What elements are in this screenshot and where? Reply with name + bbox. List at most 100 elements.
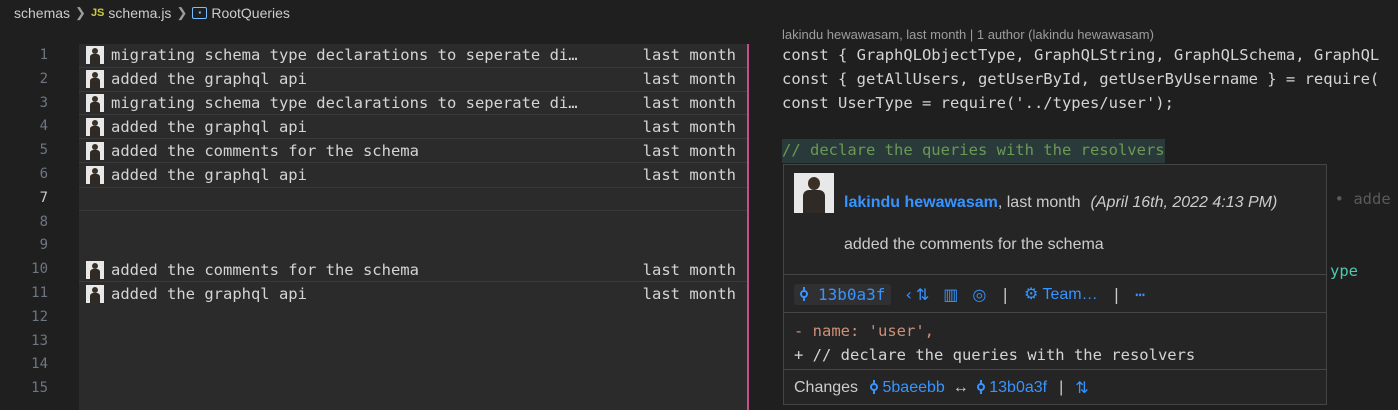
divider bbox=[784, 312, 1326, 313]
commit-icon bbox=[976, 380, 985, 395]
commit-diff-preview: - name: 'user', + // declare the queries… bbox=[794, 319, 1195, 367]
avatar bbox=[86, 284, 104, 303]
blame-commit-message: added the graphql api bbox=[111, 70, 307, 89]
to-sha-link[interactable]: 13b0a3f bbox=[976, 378, 1048, 397]
line-number: 11 bbox=[31, 284, 48, 301]
ghost-inline-blame: n • adde bbox=[1316, 190, 1391, 208]
code-line[interactable]: // declare the queries with the resolver… bbox=[782, 139, 1398, 163]
separator: | bbox=[1059, 378, 1064, 396]
current-line-highlight bbox=[79, 187, 748, 211]
changes-label: Changes bbox=[794, 378, 859, 396]
line-number: 2 bbox=[39, 70, 48, 87]
divider bbox=[784, 274, 1326, 275]
diff-removed-line: - name: 'user', bbox=[794, 322, 934, 340]
team-button[interactable]: ⚙ Team… bbox=[1024, 284, 1098, 304]
avatar bbox=[86, 46, 104, 65]
compare-arrow: ↔ bbox=[952, 378, 969, 396]
git-blame-annotations: migrating schema type declarations to se… bbox=[79, 44, 748, 410]
line-number: 6 bbox=[39, 165, 48, 182]
blame-commit-message: added the comments for the schema bbox=[111, 141, 419, 160]
separator: | bbox=[1111, 284, 1122, 304]
blame-row[interactable]: added the graphql api last month bbox=[79, 115, 748, 140]
ghost-code-fragment: ype bbox=[1330, 262, 1358, 280]
javascript-file-icon: JS bbox=[90, 7, 105, 19]
breadcrumb-file[interactable]: JS schema.js bbox=[91, 5, 172, 21]
commit-icon bbox=[870, 380, 879, 395]
line-number: 1 bbox=[39, 47, 48, 63]
blame-commit-message: added the comments for the schema bbox=[111, 260, 419, 279]
breadcrumb-folder[interactable]: schemas bbox=[14, 5, 70, 21]
code-line[interactable] bbox=[782, 115, 1398, 139]
separator: | bbox=[1000, 284, 1010, 304]
blame-commit-date: last month bbox=[642, 70, 736, 89]
line-number-gutter: 1 2 3 4 5 6 7 8 9 10 11 12 13 14 15 bbox=[0, 44, 80, 401]
line-number: 9 bbox=[39, 237, 48, 254]
author-link[interactable]: lakindu hewawasam bbox=[844, 194, 998, 211]
commit-icon bbox=[800, 287, 808, 301]
panel-icon[interactable]: ▥ bbox=[943, 285, 958, 304]
line-number: 4 bbox=[39, 118, 48, 135]
line-number: 15 bbox=[31, 380, 48, 397]
previous-revision-button[interactable]: ‹ bbox=[905, 285, 911, 304]
code-line[interactable]: const { GraphQLObjectType, GraphQLString… bbox=[782, 44, 1398, 68]
avatar bbox=[86, 260, 104, 279]
globe-icon[interactable]: ◎ bbox=[972, 285, 986, 304]
blame-row[interactable]: added the graphql api last month bbox=[79, 163, 748, 187]
commit-sha-label: 13b0a3f bbox=[818, 284, 886, 304]
compare-changes-button[interactable]: ⇅ bbox=[916, 285, 929, 304]
breadcrumb-folder-label: schemas bbox=[14, 5, 71, 21]
breadcrumb-symbol[interactable]: ▪ RootQueries bbox=[192, 5, 290, 21]
blame-row[interactable]: added the comments for the schema last mo… bbox=[79, 258, 748, 282]
blame-commit-date: last month bbox=[642, 46, 736, 65]
divider bbox=[784, 369, 1326, 370]
code-line[interactable]: const { getAllUsers, getUserById, getUse… bbox=[782, 68, 1398, 92]
compare-changes-button[interactable]: ⇅ bbox=[1075, 378, 1088, 397]
blame-commit-message: added the graphql api bbox=[111, 117, 307, 136]
blame-commit-date: last month bbox=[642, 93, 736, 112]
to-sha-label: 13b0a3f bbox=[989, 378, 1048, 396]
blame-row[interactable]: migrating schema type declarations to se… bbox=[79, 44, 748, 68]
avatar bbox=[794, 173, 834, 213]
line-number: 13 bbox=[31, 332, 48, 349]
team-label: Team… bbox=[1042, 286, 1098, 303]
line-number: 3 bbox=[39, 94, 48, 111]
line-number: 12 bbox=[31, 308, 48, 325]
avatar bbox=[86, 93, 104, 112]
breadcrumb-symbol-label: RootQueries bbox=[211, 5, 290, 21]
inline-blame-header[interactable]: lakindu hewawasam, last month | 1 author… bbox=[782, 27, 1154, 42]
symbol-variable-icon: ▪ bbox=[192, 7, 208, 19]
blame-heatmap-line bbox=[747, 44, 749, 410]
diff-added-line: + // declare the queries with the resolv… bbox=[794, 346, 1196, 364]
avatar bbox=[86, 70, 104, 89]
blame-row[interactable]: added the graphql api last month bbox=[79, 282, 748, 306]
from-sha-link[interactable]: 5baeebb bbox=[870, 379, 945, 397]
code-line[interactable]: const UserType = require('../types/user'… bbox=[782, 92, 1398, 116]
commit-message: added the comments for the schema bbox=[844, 236, 1104, 253]
breadcrumb: schemas ❯ JS schema.js ❯ ▪ RootQueries bbox=[0, 0, 1398, 26]
blame-commit-date: last month bbox=[642, 141, 736, 160]
breadcrumb-file-label: schema.js bbox=[108, 5, 172, 21]
commit-relative-time: , last month bbox=[997, 194, 1081, 211]
blame-row[interactable]: added the graphql api last month bbox=[79, 68, 748, 92]
blame-hover-card: lakindu hewawasam, last month (April 16th… bbox=[783, 164, 1327, 405]
line-number: 14 bbox=[31, 356, 48, 373]
blame-commit-date: last month bbox=[642, 284, 736, 303]
blame-row[interactable]: migrating schema type declarations to se… bbox=[79, 92, 748, 116]
hover-author-line: lakindu hewawasam, last month (April 16th… bbox=[844, 194, 1277, 212]
changes-row: Changes 5baeebb ↔ 13b0a3f | ⇅ bbox=[794, 378, 1089, 397]
from-sha-label: 5baeebb bbox=[882, 378, 945, 396]
line-number: 10 bbox=[31, 261, 48, 278]
code-comment: // declare the queries with the resolver… bbox=[782, 139, 1165, 163]
blame-row[interactable]: added the comments for the schema last mo… bbox=[79, 139, 748, 163]
chevron-right-icon: ❯ bbox=[176, 5, 188, 20]
line-number: 8 bbox=[39, 213, 48, 230]
commit-date: (April 16th, 2022 4:13 PM) bbox=[1090, 194, 1278, 211]
avatar bbox=[86, 141, 104, 160]
blame-commit-date: last month bbox=[642, 165, 736, 184]
blame-commit-message: migrating schema type declarations to se… bbox=[111, 46, 578, 65]
more-actions-button[interactable]: ⋯ bbox=[1135, 285, 1146, 304]
code-editor[interactable]: const { GraphQLObjectType, GraphQLString… bbox=[782, 44, 1398, 163]
avatar bbox=[86, 165, 104, 184]
blame-commit-message: added the graphql api bbox=[111, 165, 307, 184]
commit-sha-button[interactable]: 13b0a3f bbox=[794, 283, 892, 305]
